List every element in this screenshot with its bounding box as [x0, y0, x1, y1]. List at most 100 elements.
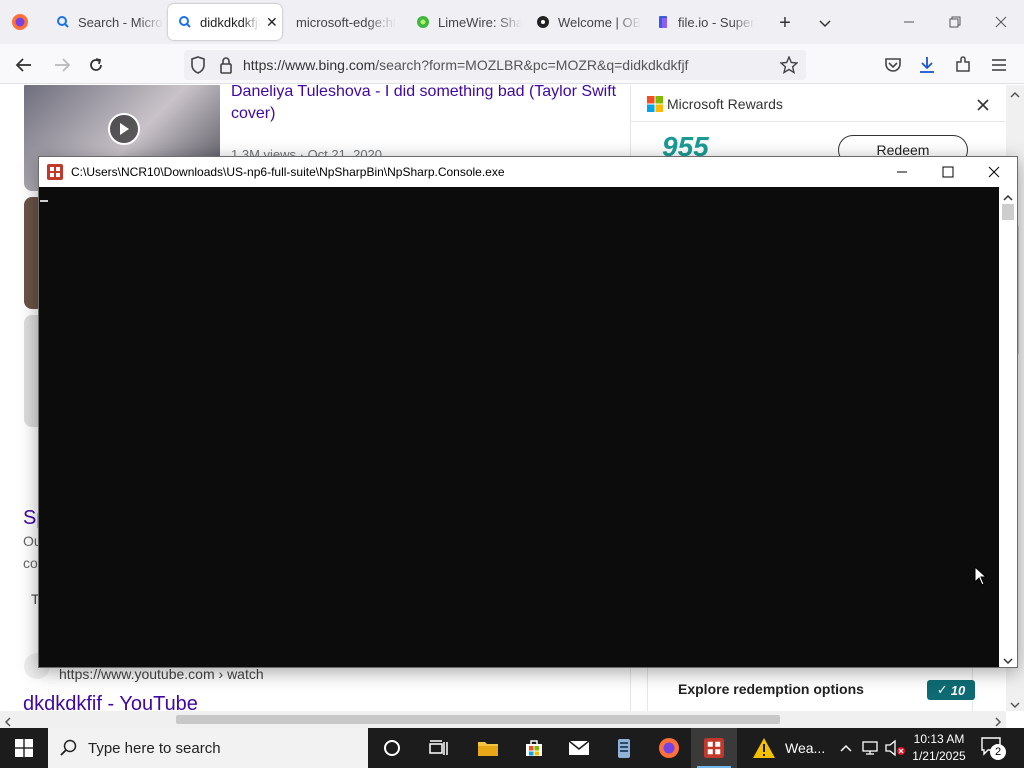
video-title-line: Daneliya Tuleshova - I did something bad… [231, 85, 617, 100]
video-result-title[interactable]: Daneliya Tuleshova - I did something bad… [231, 85, 621, 125]
start-button[interactable] [0, 728, 48, 768]
tab-search-microsoft[interactable]: Search - Micros [46, 4, 164, 40]
console-text-cursor [40, 200, 48, 202]
notification-center-button[interactable]: 2 [980, 736, 1010, 762]
windows-logo-icon [15, 739, 33, 757]
play-icon[interactable] [108, 113, 140, 145]
console-title-bar[interactable]: C:\Users\NCR10\Downloads\US-np6-full-sui… [39, 157, 1017, 187]
arrow-right-icon [55, 58, 71, 72]
tab-label: LimeWire: Sha [438, 14, 522, 30]
console-title: C:\Users\NCR10\Downloads\US-np6-full-sui… [71, 165, 505, 179]
scroll-down-icon[interactable] [1003, 653, 1013, 665]
reload-icon [90, 58, 102, 71]
tab-label: Welcome | OB [558, 14, 642, 30]
chevron-down-icon [819, 20, 831, 28]
pocket-icon[interactable] [882, 54, 904, 76]
search-icon [60, 739, 77, 756]
obs-icon [537, 16, 549, 28]
weather-widget[interactable]: Wea... [752, 728, 832, 768]
tab-didkdkdkfjf[interactable]: didkdkdkfjf ✕ [168, 4, 282, 40]
tab-label: file.io - Super [678, 14, 755, 30]
file-io-icon [659, 16, 667, 28]
scrollbar-thumb[interactable] [176, 715, 780, 724]
file-explorer-icon[interactable] [465, 728, 511, 768]
bookmark-star-icon[interactable] [778, 54, 800, 76]
tab-file-io[interactable]: file.io - Super [646, 4, 762, 40]
forward-button[interactable] [48, 52, 76, 78]
network-icon[interactable] [860, 738, 880, 758]
search-icon [179, 16, 191, 28]
points-badge: ✓ 10 [927, 680, 975, 700]
mail-icon[interactable] [556, 728, 602, 768]
console-window[interactable]: C:\Users\NCR10\Downloads\US-np6-full-sui… [38, 156, 1018, 668]
limewire-icon [417, 16, 429, 28]
close-tab-icon[interactable]: ✕ [266, 14, 278, 31]
cortana-icon[interactable] [369, 728, 415, 768]
firefox-menu-icon[interactable] [6, 8, 34, 36]
back-button[interactable] [10, 52, 38, 78]
restore-window-button[interactable] [932, 0, 978, 44]
tab-limewire[interactable]: LimeWire: Sha [406, 4, 522, 40]
tab-label: didkdkdkfjf [200, 14, 260, 30]
check-icon: ✓ [936, 682, 948, 697]
scrollbar-thumb[interactable] [1002, 204, 1014, 220]
tab-welcome-obs[interactable]: Welcome | OB [526, 4, 642, 40]
mouse-pointer-icon [974, 565, 988, 591]
taskbar-search-placeholder: Type here to search [88, 739, 221, 757]
scroll-up-icon[interactable] [1003, 190, 1013, 201]
result-title[interactable]: dkdkdkfif - YouTube [23, 693, 198, 711]
console-vertical-scrollbar[interactable] [999, 187, 1017, 667]
url-path: /search?form=MOZLBR&pc=MOZR&q=didkdkdkfj… [375, 57, 689, 73]
archive-app-icon[interactable] [601, 728, 647, 768]
new-tab-button[interactable]: + [772, 10, 798, 36]
scroll-right-icon[interactable] [993, 714, 1003, 727]
extensions-icon[interactable] [952, 54, 974, 76]
arrow-left-icon [15, 58, 31, 72]
scroll-down-icon[interactable] [1010, 697, 1020, 709]
console-close-button[interactable] [971, 157, 1017, 187]
badge-value: 10 [950, 682, 966, 698]
partial-result-snippet: co [23, 555, 38, 571]
browser-tab-strip: Search - Micros didkdkdkfjf ✕ microsoft-… [0, 0, 1024, 44]
console-minimize-button[interactable] [879, 157, 925, 187]
rewards-title: Microsoft Rewards [667, 96, 783, 112]
clock-date: 1/21/2025 [912, 749, 966, 763]
downloads-icon[interactable] [916, 54, 938, 76]
tracking-protection-shield-icon[interactable] [188, 55, 208, 75]
microsoft-store-icon[interactable] [511, 728, 557, 768]
list-all-tabs-button[interactable] [812, 10, 838, 36]
tab-microsoft-edge[interactable]: microsoft-edge:ht [286, 4, 402, 40]
video-title-line: cover) [231, 105, 276, 122]
console-app-icon [47, 164, 63, 180]
clock-time: 10:13 AM [913, 732, 965, 746]
task-view-icon[interactable] [416, 728, 462, 768]
explore-redemption-label[interactable]: Explore redemption options [678, 681, 864, 697]
scroll-left-icon[interactable] [3, 714, 13, 727]
divider [631, 121, 1007, 122]
taskbar-clock[interactable]: 10:13 AM 1/21/2025 [904, 731, 974, 765]
firefox-icon[interactable] [646, 728, 692, 768]
taskbar-search-box[interactable]: Type here to search [48, 728, 368, 768]
reload-button[interactable] [82, 52, 110, 78]
console-app-taskbar-icon[interactable] [691, 728, 737, 768]
volume-muted-icon[interactable] [884, 738, 906, 758]
search-icon [57, 16, 69, 28]
close-icon[interactable] [975, 97, 991, 113]
close-window-button[interactable] [978, 0, 1024, 44]
microsoft-logo-icon [647, 96, 663, 112]
hamburger-menu-icon[interactable] [988, 54, 1010, 76]
show-hidden-icons-chevron-icon[interactable] [838, 738, 854, 758]
page-horizontal-scrollbar[interactable] [0, 711, 1006, 728]
console-maximize-button[interactable] [925, 157, 971, 187]
url-host: https://www.bing.com [243, 57, 376, 73]
lock-icon[interactable] [216, 55, 236, 75]
tab-label: microsoft-edge:ht [296, 14, 397, 30]
url-text[interactable]: https://www.bing.com/search?form=MOZLBR&… [243, 57, 688, 73]
weather-label: Wea... [785, 740, 826, 756]
tab-label: Search - Micros [78, 14, 164, 30]
scroll-up-icon[interactable] [1010, 87, 1020, 98]
minimize-window-button[interactable] [886, 0, 932, 44]
weather-alert-icon [753, 738, 775, 758]
notification-count-badge: 2 [990, 744, 1006, 760]
result-url[interactable]: https://www.youtube.com › watch [59, 666, 264, 682]
